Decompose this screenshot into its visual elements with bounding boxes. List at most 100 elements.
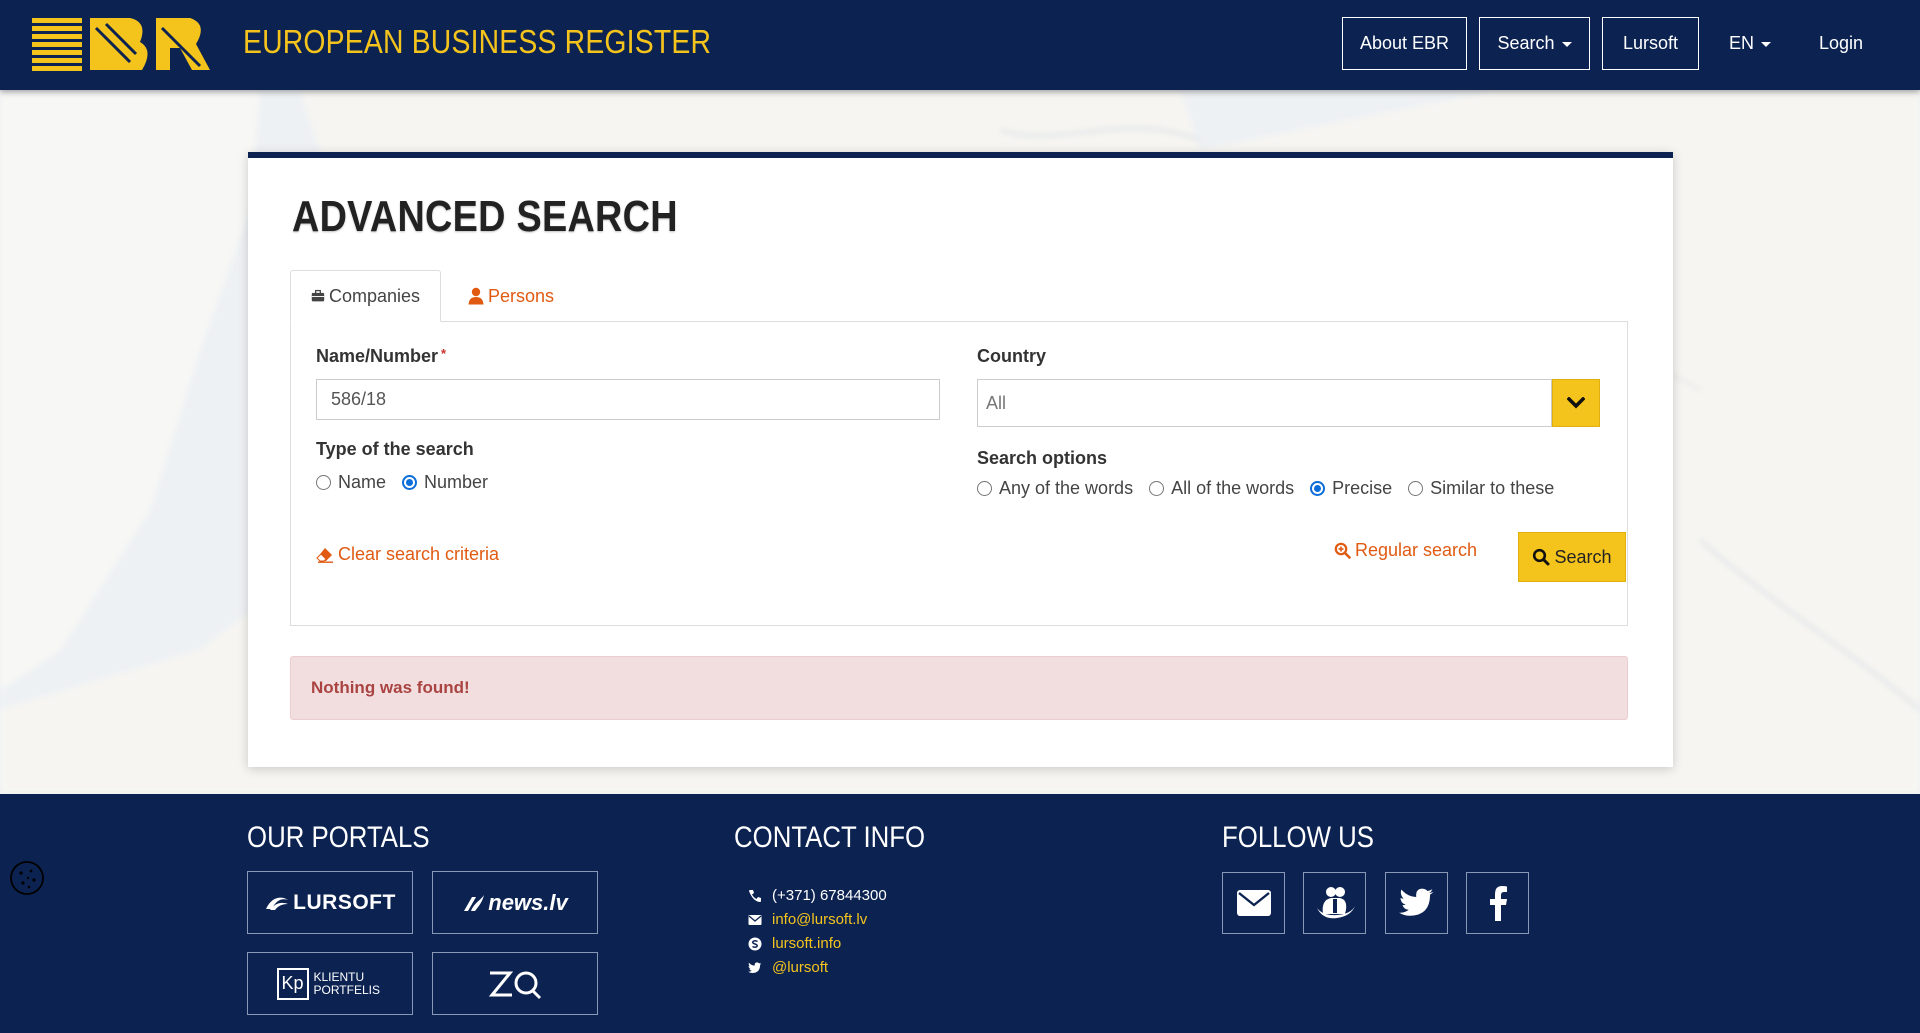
type-number-label: Number (424, 472, 489, 492)
search-icon (1533, 548, 1550, 566)
kp-logo-icon: Kp (276, 967, 309, 1000)
name-number-label-text: Name/Number (316, 346, 439, 366)
chevron-down-icon (1567, 397, 1585, 409)
page-title: ADVANCED SEARCH (292, 192, 678, 241)
option-any-words[interactable]: Any of the words (977, 478, 1133, 499)
site-footer: OUR PORTALS CONTACT INFO FOLLOW US LURSO… (0, 794, 1920, 1033)
newslv-logo-icon (464, 894, 485, 911)
contact-phone: (+371) 67844300 (748, 887, 887, 904)
search-options-label: Search options (977, 448, 1108, 468)
option-similar-radio[interactable] (1408, 481, 1424, 496)
option-precise[interactable]: Precise (1310, 478, 1392, 499)
brand-title[interactable]: EUROPEAN BUSINESS REGISTER (243, 23, 711, 61)
name-number-value: 586/18 (331, 389, 387, 409)
option-all-words-label: All of the words (1171, 478, 1295, 498)
lursoft-logo-icon (266, 897, 289, 910)
portal-lursoft-label: LURSOFT (293, 890, 396, 914)
country-select[interactable]: All (977, 379, 1552, 427)
tab-persons[interactable]: Persons (448, 270, 574, 322)
option-all-words-radio[interactable] (1149, 481, 1165, 496)
envelope-icon (748, 914, 762, 925)
name-number-input[interactable]: 586/18 (316, 379, 940, 420)
portal-klientu-label: KLIENTU PORTFELIS (313, 969, 380, 997)
search-submit-button[interactable]: Search (1518, 532, 1626, 582)
nav-search-dropdown[interactable]: Search (1479, 17, 1590, 70)
country-value: All (986, 392, 1007, 413)
login-link[interactable]: Login (1819, 17, 1863, 70)
search-submit-label: Search (1554, 546, 1612, 567)
draugiem-icon (1316, 887, 1355, 919)
zq-logo-icon (488, 971, 542, 999)
option-similar[interactable]: Similar to these (1408, 478, 1554, 499)
caret-down-icon (1561, 42, 1572, 47)
clear-search-criteria-label: Clear search criteria (338, 544, 500, 564)
nav-search-label: Search (1497, 33, 1555, 53)
phone-icon (749, 889, 761, 902)
nav-about-button[interactable]: About EBR (1342, 17, 1467, 70)
tab-companies-label: Companies (328, 285, 420, 306)
twitter-icon (748, 961, 762, 973)
name-number-label: Name/Number * (316, 346, 446, 367)
search-form-panel: Name/Number * 586/18 Type of the search N… (290, 321, 1628, 626)
site-header: EUROPEAN BUSINESS REGISTER About EBR Sea… (0, 0, 1920, 90)
social-mail-link[interactable] (1222, 872, 1285, 934)
tab-companies[interactable]: Companies (290, 270, 441, 322)
caret-down-icon (1761, 42, 1772, 47)
no-results-alert: Nothing was found! (290, 656, 1628, 720)
option-precise-radio[interactable] (1310, 481, 1326, 496)
regular-search-label: Regular search (1355, 540, 1478, 560)
portals-title: OUR PORTALS (247, 821, 430, 854)
option-all-words[interactable]: All of the words (1149, 478, 1294, 499)
briefcase-icon (311, 289, 325, 302)
portal-zq-link[interactable]: ZQ (432, 952, 598, 1015)
portal-lursoft-link[interactable]: LURSOFT (247, 871, 413, 934)
type-name-radio[interactable] (316, 475, 331, 490)
option-similar-label: Similar to these (1430, 478, 1555, 498)
facebook-icon (1489, 886, 1507, 921)
contact-twitter-value: @lursoft (772, 959, 829, 976)
mail-icon (1236, 890, 1271, 916)
contact-twitter-link[interactable]: @lursoft (748, 959, 828, 976)
portal-klientu-link[interactable]: Kp KLIENTU PORTFELIS (247, 952, 413, 1015)
type-number-radio[interactable] (402, 475, 418, 490)
option-any-words-radio[interactable] (977, 481, 992, 496)
login-label: Login (1819, 33, 1864, 53)
contact-title: CONTACT INFO (734, 821, 926, 854)
nav-about-label: About EBR (1359, 33, 1450, 53)
follow-title: FOLLOW US (1222, 821, 1374, 854)
tab-persons-label: Persons (488, 285, 555, 306)
contact-skype-link[interactable]: lursoft.info (748, 935, 841, 952)
country-dropdown-toggle[interactable] (1552, 379, 1600, 427)
portal-newslv-label: news.lv (488, 889, 568, 915)
language-dropdown[interactable]: EN (1729, 17, 1772, 70)
nav-lursoft-label: Lursoft (1622, 33, 1679, 53)
language-label: EN (1729, 33, 1755, 53)
clear-search-criteria-link[interactable]: Clear search criteria (316, 544, 499, 565)
user-icon (468, 287, 484, 305)
advanced-search-card: ADVANCED SEARCH Companies Persons Name/N… (248, 152, 1673, 767)
option-any-words-label: Any of the words (999, 478, 1134, 498)
zoom-in-icon (1334, 542, 1351, 559)
contact-skype-value: lursoft.info (772, 935, 842, 952)
type-number-option[interactable]: Number (402, 472, 488, 493)
eraser-icon (316, 547, 333, 563)
type-of-search-group: Name Number (316, 472, 504, 493)
contact-phone-value: (+371) 67844300 (772, 887, 887, 904)
ebr-logo[interactable] (30, 14, 212, 76)
type-name-option[interactable]: Name (316, 472, 386, 493)
search-options-group: Any of the words All of the words Precis… (977, 478, 1570, 499)
social-facebook-link[interactable] (1466, 872, 1529, 934)
type-of-search-label: Type of the search (316, 439, 474, 459)
portal-newslv-link[interactable]: news.lv (432, 871, 598, 934)
nav-lursoft-button[interactable]: Lursoft (1602, 17, 1699, 70)
social-twitter-link[interactable] (1385, 872, 1448, 934)
required-mark: * (441, 346, 447, 361)
contact-email-link[interactable]: info@lursoft.lv (748, 911, 867, 928)
cookie-settings-icon[interactable] (9, 860, 45, 896)
twitter-icon (1398, 888, 1433, 916)
contact-email-value: info@lursoft.lv (772, 911, 868, 928)
regular-search-link[interactable]: Regular search (1334, 540, 1477, 561)
social-draugiem-link[interactable] (1303, 872, 1366, 934)
skype-icon (748, 937, 762, 950)
option-precise-label: Precise (1332, 478, 1393, 498)
